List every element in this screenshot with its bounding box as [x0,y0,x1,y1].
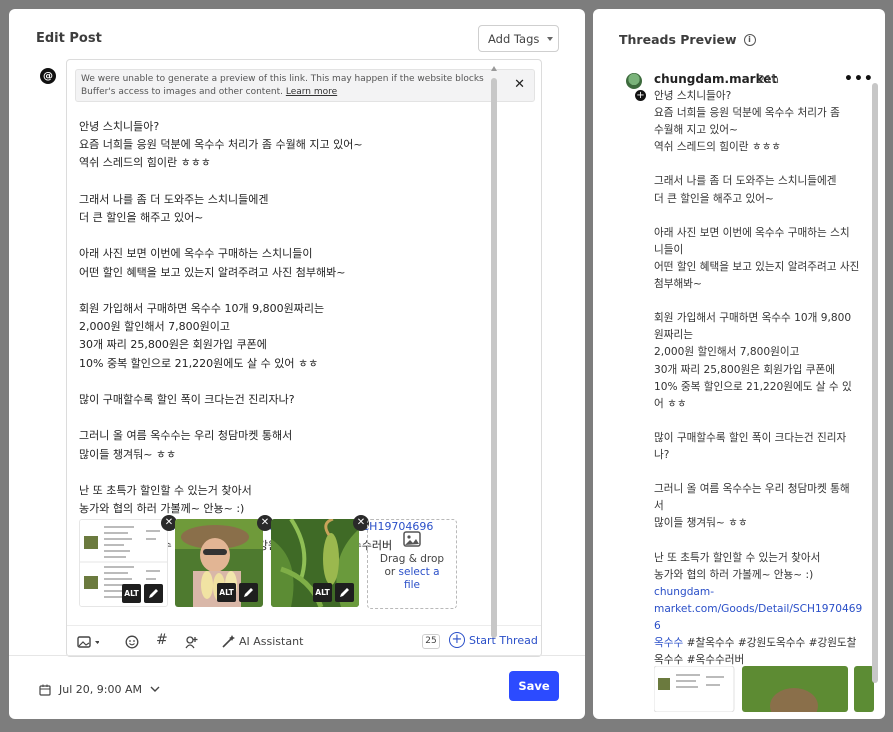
post-line [79,464,519,482]
emoji-icon[interactable] [125,635,139,652]
plus-circle-icon: + [449,632,465,648]
post-line: 회원 가입해서 구매하면 옥수수 10개 9,800원짜리는 [79,302,325,316]
threads-preview-panel: Threads Preview i + chungdam.market 21h … [593,9,885,719]
media-picker-icon[interactable] [77,635,100,652]
post-composer[interactable]: We were unable to generate a preview of … [66,59,542,657]
hashtag-icon[interactable]: # [156,632,168,648]
post-line: 역쉬 스레드의 힘이란 ㅎㅎㅎ [79,156,211,170]
learn-more-link[interactable]: Learn more [286,87,337,97]
chevron-down-icon [547,36,554,41]
schedule-date-picker[interactable]: Jul 20, 9:00 AM [39,683,160,696]
preview-media-images [653,665,874,719]
post-line [79,373,519,391]
save-button[interactable]: Save [509,671,559,701]
post-line: 아래 사진 보면 이번에 옥수수 구매하는 스치니들이 [79,247,313,261]
post-line: 많이들 챙겨둬~ ㅎㅎ [79,447,177,461]
threads-logo-icon: @ [40,68,56,84]
add-tags-button[interactable]: Add Tags [478,25,559,52]
preview-hashtags: #찰옥수수 #강원도옥수수 #강원도찰 옥수수 #옥수수러버 [654,637,857,667]
post-line [79,282,519,300]
post-line [79,409,519,427]
post-lines: 안녕 스치니들아? 요즘 너희들 응원 덕분에 옥수수 처리가 좀 수월해 지고 … [79,118,519,518]
post-line [79,173,519,191]
character-counter: 25 [422,634,440,649]
scrollbar-thumb[interactable] [491,78,497,638]
post-line: 난 또 초특가 할인할 수 있는거 찾아서 [79,484,252,498]
preview-link-line1[interactable]: chungdam- [654,586,714,598]
more-options-icon[interactable]: ••• [844,71,874,87]
dropzone-or: or [384,566,396,578]
follow-plus-icon: + [634,89,647,102]
edit-post-title: Edit Post [36,31,102,46]
preview-timestamp: 21h [758,73,779,86]
alt-text-button[interactable]: ALT [217,583,236,602]
post-line: 더 큰 할인을 해주고 있어~ [79,211,204,225]
alt-text-button[interactable]: ALT [313,583,332,602]
close-icon[interactable]: ✕ [514,78,525,91]
edit-image-button[interactable] [335,583,354,602]
post-line: 10% 중복 할인으로 21,220원에도 살 수 있어 ㅎㅎ [79,356,319,370]
post-line: 2,000원 할인해서 7,800원이고 [79,320,230,334]
post-line: 안녕 스치니들아? [79,120,160,133]
post-line: 농가와 협의 하러 가볼께~ 안뇽~ :) [79,502,245,516]
edit-image-button[interactable] [239,583,258,602]
notice-text: We were unable to generate a preview of … [81,74,484,97]
pencil-icon [149,589,158,598]
ai-assistant-label: AI Assistant [239,635,304,648]
editor-footer: Jul 20, 9:00 AM Save [9,655,585,719]
post-line: 그러니 올 여름 옥수수는 우리 청담마켓 통해서 [79,429,293,443]
preview-media [653,665,874,719]
image-icon [403,531,421,547]
alt-text-button[interactable]: ALT [122,584,141,603]
media-thumbnail[interactable]: ALT [79,519,168,607]
preview-body-text: 안녕 스치니들아? 요즘 너희들 응원 덕분에 옥수수 처리가 좀 수월해 지고… [654,90,860,581]
pencil-icon [244,588,253,597]
preview-link-line3[interactable]: 6 [654,620,661,632]
post-line: 30개 짜리 25,800원은 회원가입 쿠폰에 [79,338,267,352]
post-line: 그래서 나를 좀 더 도와주는 스치니들에겐 [79,192,269,206]
preview-scrollbar[interactable] [872,69,878,697]
composer-toolbar: # AI Assistant 25 + Start Thread [67,625,541,656]
avatar [626,73,642,89]
ai-assistant-button[interactable]: AI Assistant [222,635,303,648]
pencil-icon [340,588,349,597]
start-thread-label: Start Thread [469,633,538,647]
scroll-up-icon [491,66,497,71]
post-line [79,227,519,245]
mention-icon[interactable] [185,635,199,652]
preview-link-line2[interactable]: market.com/Goods/Detail/SCH1970469 [654,603,862,615]
select-file-link-2[interactable]: file [368,579,456,592]
schedule-date-label: Jul 20, 9:00 AM [59,683,142,696]
calendar-icon [39,684,51,696]
edit-post-panel: Edit Post Add Tags @ We were unable to g… [9,9,585,719]
post-line: 어떤 할인 혜택을 보고 있는지 알려주려고 사진 첨부해봐~ [79,265,346,279]
post-line: 요즘 너희들 응원 덕분에 옥수수 처리가 좀 수월해 지고 있어~ [79,138,363,152]
post-text-editor[interactable]: 안녕 스치니들아? 요즘 너희들 응원 덕분에 옥수수 처리가 좀 수월해 지고 … [79,118,519,555]
threads-preview-title: Threads Preview i [619,32,756,47]
composer-scrollbar[interactable] [491,66,497,646]
preview-title-text: Threads Preview [619,32,737,47]
select-file-link[interactable]: select a [399,566,440,578]
chevron-down-icon [150,686,160,692]
add-tags-label: Add Tags [488,31,540,46]
edit-image-button[interactable] [144,584,163,603]
link-preview-notice: We were unable to generate a preview of … [75,69,535,102]
preview-post-body: 안녕 스치니들아? 요즘 너희들 응원 덕분에 옥수수 처리가 좀 수월해 지고… [654,88,862,669]
dropzone-line1: Drag & drop [379,553,445,565]
preview-hashtag-link[interactable]: 옥수수 [654,637,683,649]
media-thumbnail[interactable]: ALT [271,519,359,607]
post-line: 많이 구매할수록 할인 폭이 크다는건 진리자나? [79,393,295,407]
media-thumbnail[interactable]: ALT [175,519,263,607]
info-icon[interactable]: i [743,33,756,46]
media-dropzone[interactable]: Drag & drop or select a file [367,519,457,609]
scrollbar-thumb[interactable] [872,83,878,683]
magic-wand-icon [222,635,235,648]
